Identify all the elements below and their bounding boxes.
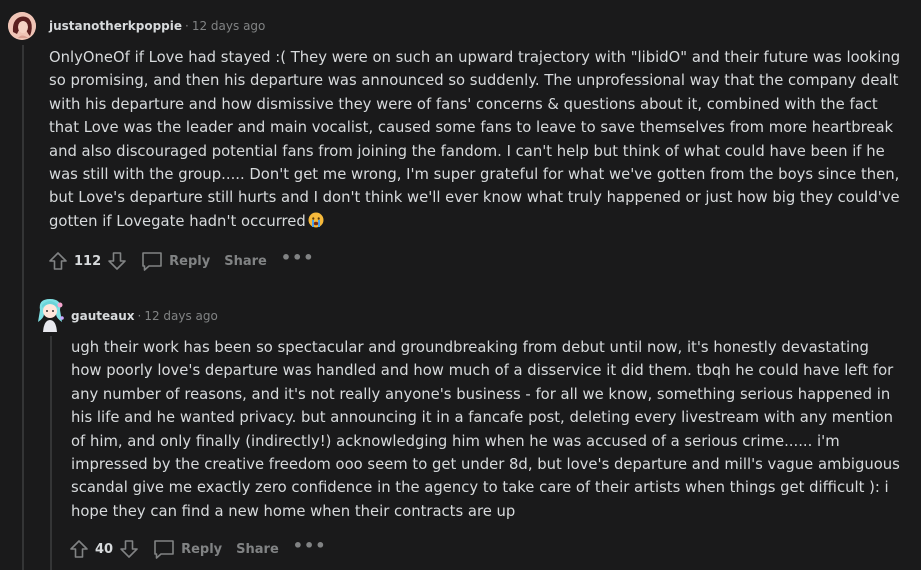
thread-line[interactable] bbox=[50, 336, 52, 570]
avatar-image bbox=[8, 12, 36, 40]
more-options-button[interactable]: ••• bbox=[281, 250, 315, 266]
meta-separator: · bbox=[137, 309, 142, 323]
comment-line: how poorly love's departure was handled … bbox=[71, 362, 894, 380]
comment-actions: 112 Reply Share ••• bbox=[46, 247, 315, 275]
crying-face-emoji-icon bbox=[308, 212, 324, 228]
comment-line: was still with the group..... Don't get … bbox=[49, 166, 900, 184]
arrow-up-icon bbox=[49, 252, 67, 270]
reply-button[interactable]: Reply bbox=[153, 539, 222, 559]
comment-line: so promising, and then his departure was… bbox=[49, 72, 899, 90]
arrow-down-icon bbox=[108, 252, 126, 270]
comment-meta: gauteaux · 12 days ago bbox=[71, 308, 218, 324]
reply-button[interactable]: Reply bbox=[141, 251, 210, 271]
comment-line: but Love's departure still hurts and I d… bbox=[49, 189, 900, 207]
comment-line: impressed by the creative freedom ooo se… bbox=[71, 456, 900, 474]
comment-line: with his departure and how dismissive th… bbox=[49, 95, 878, 113]
timestamp[interactable]: 12 days ago bbox=[144, 309, 218, 323]
comment-line: any number of reasons, and it's not real… bbox=[71, 385, 891, 403]
comment-thread: justanotherkpoppie · 12 days ago OnlyOneOf… bbox=[0, 0, 921, 570]
reply-label: Reply bbox=[169, 253, 211, 269]
share-button[interactable]: Share bbox=[236, 542, 279, 557]
comment-actions: 40 Reply Share ••• bbox=[67, 535, 326, 563]
comment-bubble-icon bbox=[154, 540, 174, 559]
comment-line: and also discouraged potential fans from… bbox=[49, 142, 885, 160]
username-link[interactable]: justanotherkpoppie bbox=[49, 19, 182, 33]
timestamp[interactable]: 12 days ago bbox=[192, 19, 266, 33]
arrow-down-icon bbox=[120, 540, 138, 558]
comment-line: that Love was the leader and main vocali… bbox=[49, 119, 894, 137]
comment-line-last: gotten if Lovegate hadn't occurred bbox=[49, 210, 900, 233]
meta-separator: · bbox=[185, 19, 189, 33]
avatar-image bbox=[38, 299, 64, 332]
reply-label: Reply bbox=[181, 541, 223, 557]
comment-line-text: gotten if Lovegate hadn't occurred bbox=[49, 212, 306, 230]
downvote-button[interactable] bbox=[105, 249, 129, 273]
comment-line: of him, and only finally (indirectly!) a… bbox=[71, 432, 840, 450]
upvote-button[interactable] bbox=[67, 537, 91, 561]
comment-line: his life and he wanted privacy. but anno… bbox=[71, 409, 893, 427]
comment-body: ugh their work has been so spectacular a… bbox=[71, 336, 900, 523]
thread-line[interactable] bbox=[22, 45, 24, 570]
upvote-button[interactable] bbox=[46, 249, 70, 273]
avatar[interactable] bbox=[8, 12, 36, 40]
comment-line: hope they can find a new home when their… bbox=[71, 502, 516, 520]
arrow-up-icon bbox=[70, 540, 88, 558]
share-button[interactable]: Share bbox=[224, 254, 267, 269]
comment-meta: justanotherkpoppie · 12 days ago bbox=[49, 18, 265, 34]
username-link[interactable]: gauteaux bbox=[71, 309, 135, 323]
comment-bubble-icon bbox=[142, 252, 162, 271]
avatar[interactable] bbox=[34, 296, 66, 332]
comment-line: OnlyOneOf if Love had stayed :( They wer… bbox=[49, 49, 901, 66]
vote-count: 40 bbox=[95, 541, 114, 557]
comment-line: ugh their work has been so spectacular a… bbox=[71, 339, 869, 356]
more-options-button[interactable]: ••• bbox=[293, 538, 327, 554]
vote-count: 112 bbox=[74, 253, 102, 269]
downvote-button[interactable] bbox=[117, 537, 141, 561]
comment-body: OnlyOneOf if Love had stayed :( They wer… bbox=[49, 46, 900, 233]
comment-line: scandal give me exactly zero confidence … bbox=[71, 479, 889, 497]
